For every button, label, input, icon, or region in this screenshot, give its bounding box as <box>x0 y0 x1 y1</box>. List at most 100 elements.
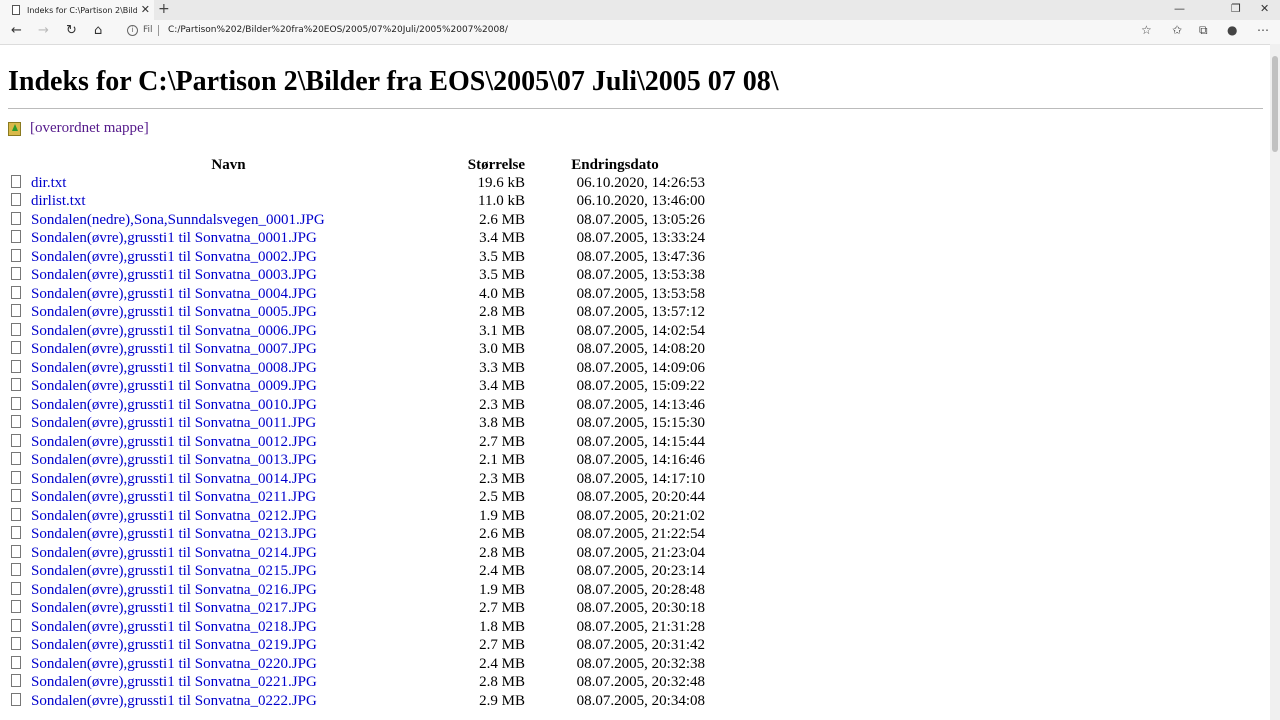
file-link[interactable]: Sondalen(øvre),grussti1 til Sonvatna_021… <box>31 600 317 616</box>
file-icon <box>11 600 21 614</box>
file-link[interactable]: Sondalen(øvre),grussti1 til Sonvatna_000… <box>31 360 317 376</box>
minimize-icon[interactable]: — <box>1174 2 1185 15</box>
info-icon[interactable]: i <box>127 25 138 36</box>
file-date: 08.07.2005, 20:23:14 <box>576 563 705 580</box>
scrollbar[interactable] <box>1270 44 1280 720</box>
file-link[interactable]: Sondalen(nedre),Sona,Sunndalsvegen_0001.… <box>31 212 325 228</box>
close-window-icon[interactable]: ✕ <box>1260 2 1269 15</box>
file-link[interactable]: dir.txt <box>31 175 66 191</box>
file-size: 4.0 MB <box>479 285 525 302</box>
file-link[interactable]: Sondalen(øvre),grussti1 til Sonvatna_022… <box>31 693 317 709</box>
name-column-header[interactable]: Navn <box>8 156 449 174</box>
favorites-icon[interactable]: ✩ <box>1172 23 1182 37</box>
file-link[interactable]: Sondalen(øvre),grussti1 til Sonvatna_001… <box>31 434 317 450</box>
home-icon[interactable]: ⌂ <box>94 23 102 38</box>
file-link[interactable]: Sondalen(øvre),grussti1 til Sonvatna_021… <box>31 489 316 505</box>
refresh-icon[interactable]: ↻ <box>66 23 77 38</box>
file-icon <box>11 322 21 336</box>
file-date: 08.07.2005, 20:30:18 <box>576 600 705 617</box>
file-link[interactable]: Sondalen(øvre),grussti1 til Sonvatna_021… <box>31 526 317 542</box>
file-date: 08.07.2005, 13:05:26 <box>576 211 705 228</box>
file-size: 3.4 MB <box>479 378 525 395</box>
file-name-cell: Sondalen(øvre),grussti1 til Sonvatna_001… <box>8 452 449 471</box>
table-row: Sondalen(øvre),grussti1 til Sonvatna_000… <box>8 359 717 378</box>
file-link[interactable]: Sondalen(øvre),grussti1 til Sonvatna_001… <box>31 452 317 468</box>
toolbar: ← → ↻ ⌂ i Fil C:/Partison%202/Bilder%20f… <box>0 20 1280 45</box>
file-date: 08.07.2005, 20:31:42 <box>576 637 705 654</box>
table-row: Sondalen(øvre),grussti1 til Sonvatna_022… <box>8 674 717 693</box>
file-size: 19.6 kB <box>477 174 525 191</box>
file-name-cell: Sondalen(øvre),grussti1 til Sonvatna_000… <box>8 341 449 360</box>
file-size: 2.1 MB <box>479 452 525 469</box>
file-icon <box>11 304 21 318</box>
file-link[interactable]: Sondalen(øvre),grussti1 til Sonvatna_000… <box>31 230 317 246</box>
file-size: 11.0 kB <box>478 193 525 210</box>
menu-icon[interactable]: ⋯ <box>1257 23 1269 37</box>
file-size: 2.8 MB <box>479 304 525 321</box>
file-link[interactable]: Sondalen(øvre),grussti1 til Sonvatna_001… <box>31 397 317 413</box>
file-icon <box>11 470 21 484</box>
file-name-cell: Sondalen(øvre),grussti1 til Sonvatna_001… <box>8 415 449 434</box>
file-size: 2.3 MB <box>479 470 525 487</box>
file-link[interactable]: Sondalen(øvre),grussti1 til Sonvatna_022… <box>31 656 317 672</box>
table-row: Sondalen(øvre),grussti1 til Sonvatna_000… <box>8 285 717 304</box>
file-name-cell: Sondalen(øvre),grussti1 til Sonvatna_021… <box>8 489 449 508</box>
file-name-cell: Sondalen(øvre),grussti1 til Sonvatna_000… <box>8 304 449 323</box>
file-icon <box>11 193 21 207</box>
profile-icon[interactable]: ● <box>1227 23 1237 37</box>
file-link[interactable]: Sondalen(øvre),grussti1 til Sonvatna_001… <box>31 471 317 487</box>
size-column-header[interactable]: Størrelse <box>449 156 525 174</box>
file-link[interactable]: Sondalen(øvre),grussti1 til Sonvatna_000… <box>31 378 317 394</box>
file-icon <box>11 544 21 558</box>
file-date: 08.07.2005, 14:15:44 <box>576 433 705 450</box>
file-link[interactable]: Sondalen(øvre),grussti1 til Sonvatna_021… <box>31 619 317 635</box>
table-header: Navn Størrelse Endringsdato <box>8 156 717 174</box>
back-icon[interactable]: ← <box>11 23 22 38</box>
file-link[interactable]: Sondalen(øvre),grussti1 til Sonvatna_021… <box>31 508 317 524</box>
file-link[interactable]: Sondalen(øvre),grussti1 til Sonvatna_001… <box>31 415 316 431</box>
collections-icon[interactable]: ⧉ <box>1199 23 1208 38</box>
file-link[interactable]: dirlist.txt <box>31 193 86 209</box>
file-table: Navn Størrelse Endringsdato dir.txt 19.6 … <box>8 156 717 711</box>
parent-folder-link[interactable]: [overordnet mappe] <box>30 120 149 137</box>
file-link[interactable]: Sondalen(øvre),grussti1 til Sonvatna_000… <box>31 323 317 339</box>
close-tab-icon[interactable]: ✕ <box>141 3 150 16</box>
file-size: 2.4 MB <box>479 563 525 580</box>
date-column-header[interactable]: Endringsdato <box>525 156 717 174</box>
restore-icon[interactable]: ❐ <box>1231 2 1241 15</box>
forward-icon[interactable]: → <box>38 23 49 38</box>
file-name-cell: Sondalen(øvre),grussti1 til Sonvatna_000… <box>8 378 449 397</box>
parent-folder: [overordnet mappe] <box>8 120 149 137</box>
file-date: 08.07.2005, 20:34:08 <box>576 692 705 709</box>
file-link[interactable]: Sondalen(øvre),grussti1 til Sonvatna_000… <box>31 341 317 357</box>
file-date: 08.07.2005, 14:17:10 <box>576 470 705 487</box>
file-link[interactable]: Sondalen(øvre),grussti1 til Sonvatna_000… <box>31 267 317 283</box>
scroll-thumb[interactable] <box>1272 56 1278 152</box>
file-link[interactable]: Sondalen(øvre),grussti1 til Sonvatna_022… <box>31 674 317 690</box>
file-icon <box>11 655 21 669</box>
table-row: Sondalen(øvre),grussti1 til Sonvatna_021… <box>8 526 717 545</box>
table-row: Sondalen(øvre),grussti1 til Sonvatna_000… <box>8 304 717 323</box>
file-name-cell: Sondalen(øvre),grussti1 til Sonvatna_001… <box>8 470 449 489</box>
address-bar[interactable]: C:/Partison%202/Bilder%20fra%20EOS/2005/… <box>168 25 508 35</box>
file-link[interactable]: Sondalen(øvre),grussti1 til Sonvatna_021… <box>31 637 317 653</box>
file-link[interactable]: Sondalen(øvre),grussti1 til Sonvatna_000… <box>31 304 317 320</box>
file-size: 2.7 MB <box>479 433 525 450</box>
file-icon <box>11 433 21 447</box>
file-name-cell: Sondalen(øvre),grussti1 til Sonvatna_001… <box>8 433 449 452</box>
file-link[interactable]: Sondalen(øvre),grussti1 til Sonvatna_000… <box>31 249 317 265</box>
favorite-star-icon[interactable]: ☆ <box>1141 23 1152 37</box>
file-date: 08.07.2005, 13:33:24 <box>576 230 705 247</box>
file-date: 08.07.2005, 20:20:44 <box>576 489 705 506</box>
active-tab[interactable]: Indeks for C:\Partison 2\Bilder fra ✕ <box>0 0 154 20</box>
file-link[interactable]: Sondalen(øvre),grussti1 til Sonvatna_021… <box>31 545 317 561</box>
table-row: Sondalen(øvre),grussti1 til Sonvatna_000… <box>8 341 717 360</box>
file-icon <box>11 452 21 466</box>
file-name-cell: Sondalen(nedre),Sona,Sunndalsvegen_0001.… <box>8 211 449 230</box>
file-link[interactable]: Sondalen(øvre),grussti1 til Sonvatna_000… <box>31 286 317 302</box>
file-link[interactable]: Sondalen(øvre),grussti1 til Sonvatna_021… <box>31 563 317 579</box>
new-tab-icon[interactable]: + <box>158 1 170 17</box>
file-name-cell: Sondalen(øvre),grussti1 til Sonvatna_021… <box>8 600 449 619</box>
file-link[interactable]: Sondalen(øvre),grussti1 til Sonvatna_021… <box>31 582 317 598</box>
file-size: 2.9 MB <box>479 692 525 709</box>
